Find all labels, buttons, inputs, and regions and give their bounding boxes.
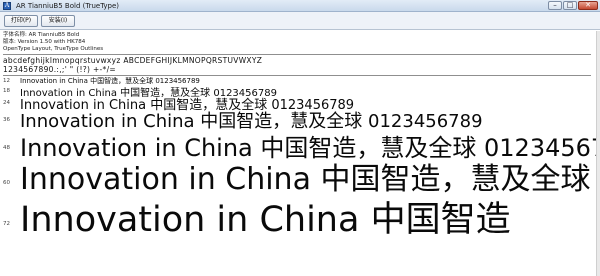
window-title: AR TianniuB5 Bold (TrueType) (16, 2, 120, 10)
font-type-text: OpenType Layout, TrueType Outlines (3, 46, 104, 52)
separator (3, 54, 591, 55)
sample-text-72: Innovation in China 中国智造 (20, 200, 511, 240)
close-button[interactable]: ✕ (578, 1, 598, 10)
vertical-scrollbar[interactable] (596, 31, 600, 276)
size-label: 12 (3, 78, 10, 84)
size-label: 24 (3, 100, 10, 106)
window-controls: – □ ✕ (547, 1, 598, 11)
size-label: 36 (3, 117, 10, 123)
install-button[interactable]: 安装(I) (41, 15, 75, 27)
font-viewer-icon: A (3, 2, 11, 10)
title-bar: A AR TianniuB5 Bold (TrueType) – □ ✕ (0, 0, 600, 12)
font-name-text: 字体名称: AR TianniuB5 Bold (3, 32, 80, 38)
minimize-button[interactable]: – (548, 1, 562, 10)
font-preview-pane: 字体名称: AR TianniuB5 Bold 版本: Version 1.50… (0, 31, 596, 276)
maximize-button[interactable]: □ (563, 1, 577, 10)
size-label: 48 (3, 145, 10, 151)
size-label: 18 (3, 88, 10, 94)
font-version-text: 版本: Version 1.50 with HK784 (3, 39, 86, 45)
size-label: 60 (3, 180, 10, 186)
size-label: 72 (3, 221, 10, 227)
charset-symbols: 1234567890.:,;' " (!?) +-*/= (3, 65, 116, 74)
print-button[interactable]: 打印(P) (4, 15, 38, 27)
charset-letters: abcdefghijklmnopqrstuvwxyz ABCDEFGHIJKLM… (3, 56, 263, 65)
toolbar: 打印(P) 安装(I) (0, 12, 600, 30)
